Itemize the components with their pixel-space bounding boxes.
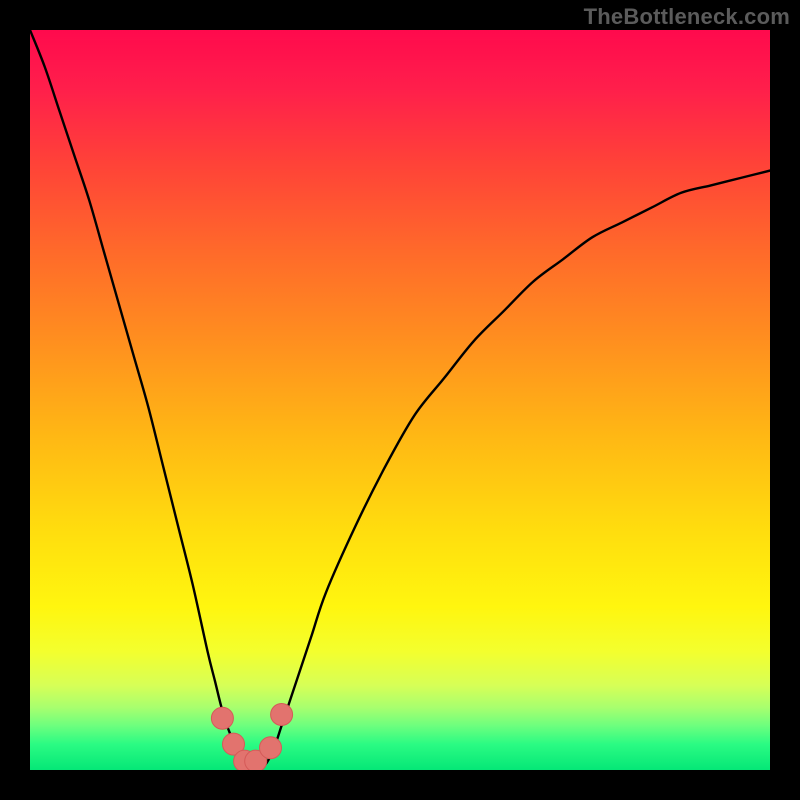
curve-marker	[260, 737, 282, 759]
chart-stage: TheBottleneck.com	[0, 0, 800, 800]
gradient-background	[30, 30, 770, 770]
curve-marker	[211, 707, 233, 729]
watermark-text: TheBottleneck.com	[584, 4, 790, 30]
curve-marker	[271, 704, 293, 726]
plot-area	[30, 30, 770, 770]
chart-svg	[30, 30, 770, 770]
